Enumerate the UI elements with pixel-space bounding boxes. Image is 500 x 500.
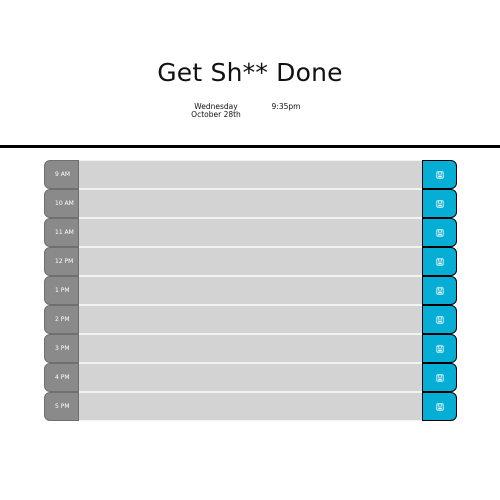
- hour-label: 1 PM: [44, 276, 79, 305]
- current-date: Wednesday October 28th: [190, 103, 242, 119]
- save-button[interactable]: [422, 189, 457, 218]
- save-icon: [435, 170, 444, 179]
- save-icon: [435, 199, 444, 208]
- time-block-row: 11 AM: [44, 218, 457, 247]
- save-icon: [435, 228, 444, 237]
- save-icon: [435, 257, 444, 266]
- time-block-row: 2 PM: [44, 305, 457, 334]
- time-block-row: 9 AM: [44, 160, 457, 189]
- save-button[interactable]: [422, 305, 457, 334]
- time-block-row: 5 PM: [44, 392, 457, 421]
- task-input[interactable]: [79, 218, 422, 247]
- save-button[interactable]: [422, 247, 457, 276]
- current-time: 9:35pm: [271, 102, 301, 111]
- page-title: Get Sh** Done: [157, 58, 343, 87]
- page: Get Sh** Done Wednesday October 28th 9:3…: [0, 0, 500, 500]
- hour-label: 11 AM: [44, 218, 79, 247]
- save-icon: [435, 344, 444, 353]
- save-icon: [435, 402, 444, 411]
- hour-label: 4 PM: [44, 363, 79, 392]
- hour-label: 2 PM: [44, 305, 79, 334]
- task-input[interactable]: [79, 247, 422, 276]
- current-day: October 28th: [191, 110, 241, 119]
- save-icon: [435, 315, 444, 324]
- task-input[interactable]: [79, 160, 422, 189]
- hour-label: 3 PM: [44, 334, 79, 363]
- time-block-row: 12 PM: [44, 247, 457, 276]
- header: Get Sh** Done Wednesday October 28th 9:3…: [0, 0, 500, 146]
- save-button[interactable]: [422, 363, 457, 392]
- hour-label: 5 PM: [44, 392, 79, 421]
- header-divider: [0, 145, 500, 148]
- hour-label: 9 AM: [44, 160, 79, 189]
- time-block-row: 4 PM: [44, 363, 457, 392]
- task-input[interactable]: [79, 276, 422, 305]
- task-input[interactable]: [79, 334, 422, 363]
- save-icon: [435, 373, 444, 382]
- planner: 9 AM 10 AM 11 AM 12 PM 1 PM 2 PM 3 PM 4 …: [44, 160, 457, 421]
- save-button[interactable]: [422, 276, 457, 305]
- save-button[interactable]: [422, 392, 457, 421]
- save-button[interactable]: [422, 334, 457, 363]
- time-block-row: 10 AM: [44, 189, 457, 218]
- task-input[interactable]: [79, 392, 422, 421]
- save-icon: [435, 286, 444, 295]
- hour-label: 10 AM: [44, 189, 79, 218]
- task-input[interactable]: [79, 363, 422, 392]
- save-button[interactable]: [422, 218, 457, 247]
- time-block-row: 3 PM: [44, 334, 457, 363]
- task-input[interactable]: [79, 305, 422, 334]
- task-input[interactable]: [79, 189, 422, 218]
- save-button[interactable]: [422, 160, 457, 189]
- time-block-row: 1 PM: [44, 276, 457, 305]
- hour-label: 12 PM: [44, 247, 79, 276]
